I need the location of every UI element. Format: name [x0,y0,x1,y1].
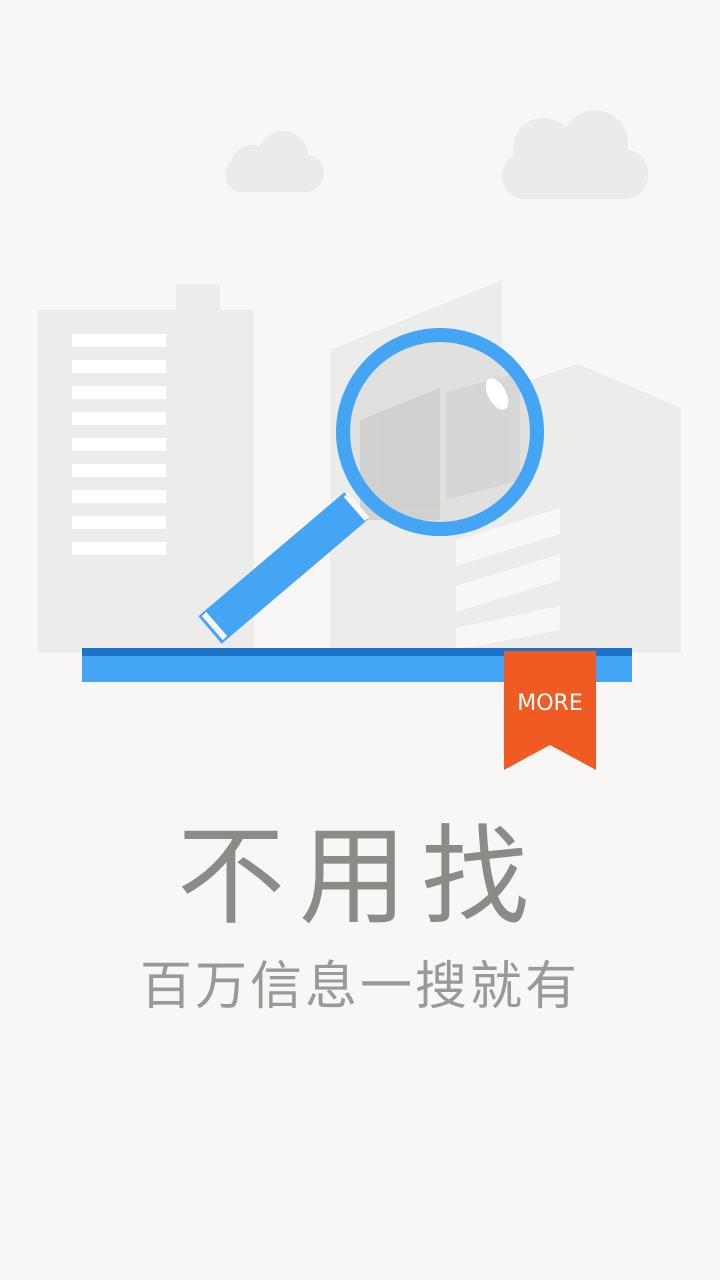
cloud-right [502,110,648,199]
more-badge-label: MORE [517,691,582,716]
search-illustration: MORE [38,110,681,770]
more-badge[interactable]: MORE [504,651,596,770]
headline: 不用找 [176,815,543,940]
tagline: 百万信息一搜就有 [139,957,580,1017]
onboarding-screen: MORE 不用找 百万信息一搜就有 [0,0,720,1280]
cloud-left [225,131,324,192]
